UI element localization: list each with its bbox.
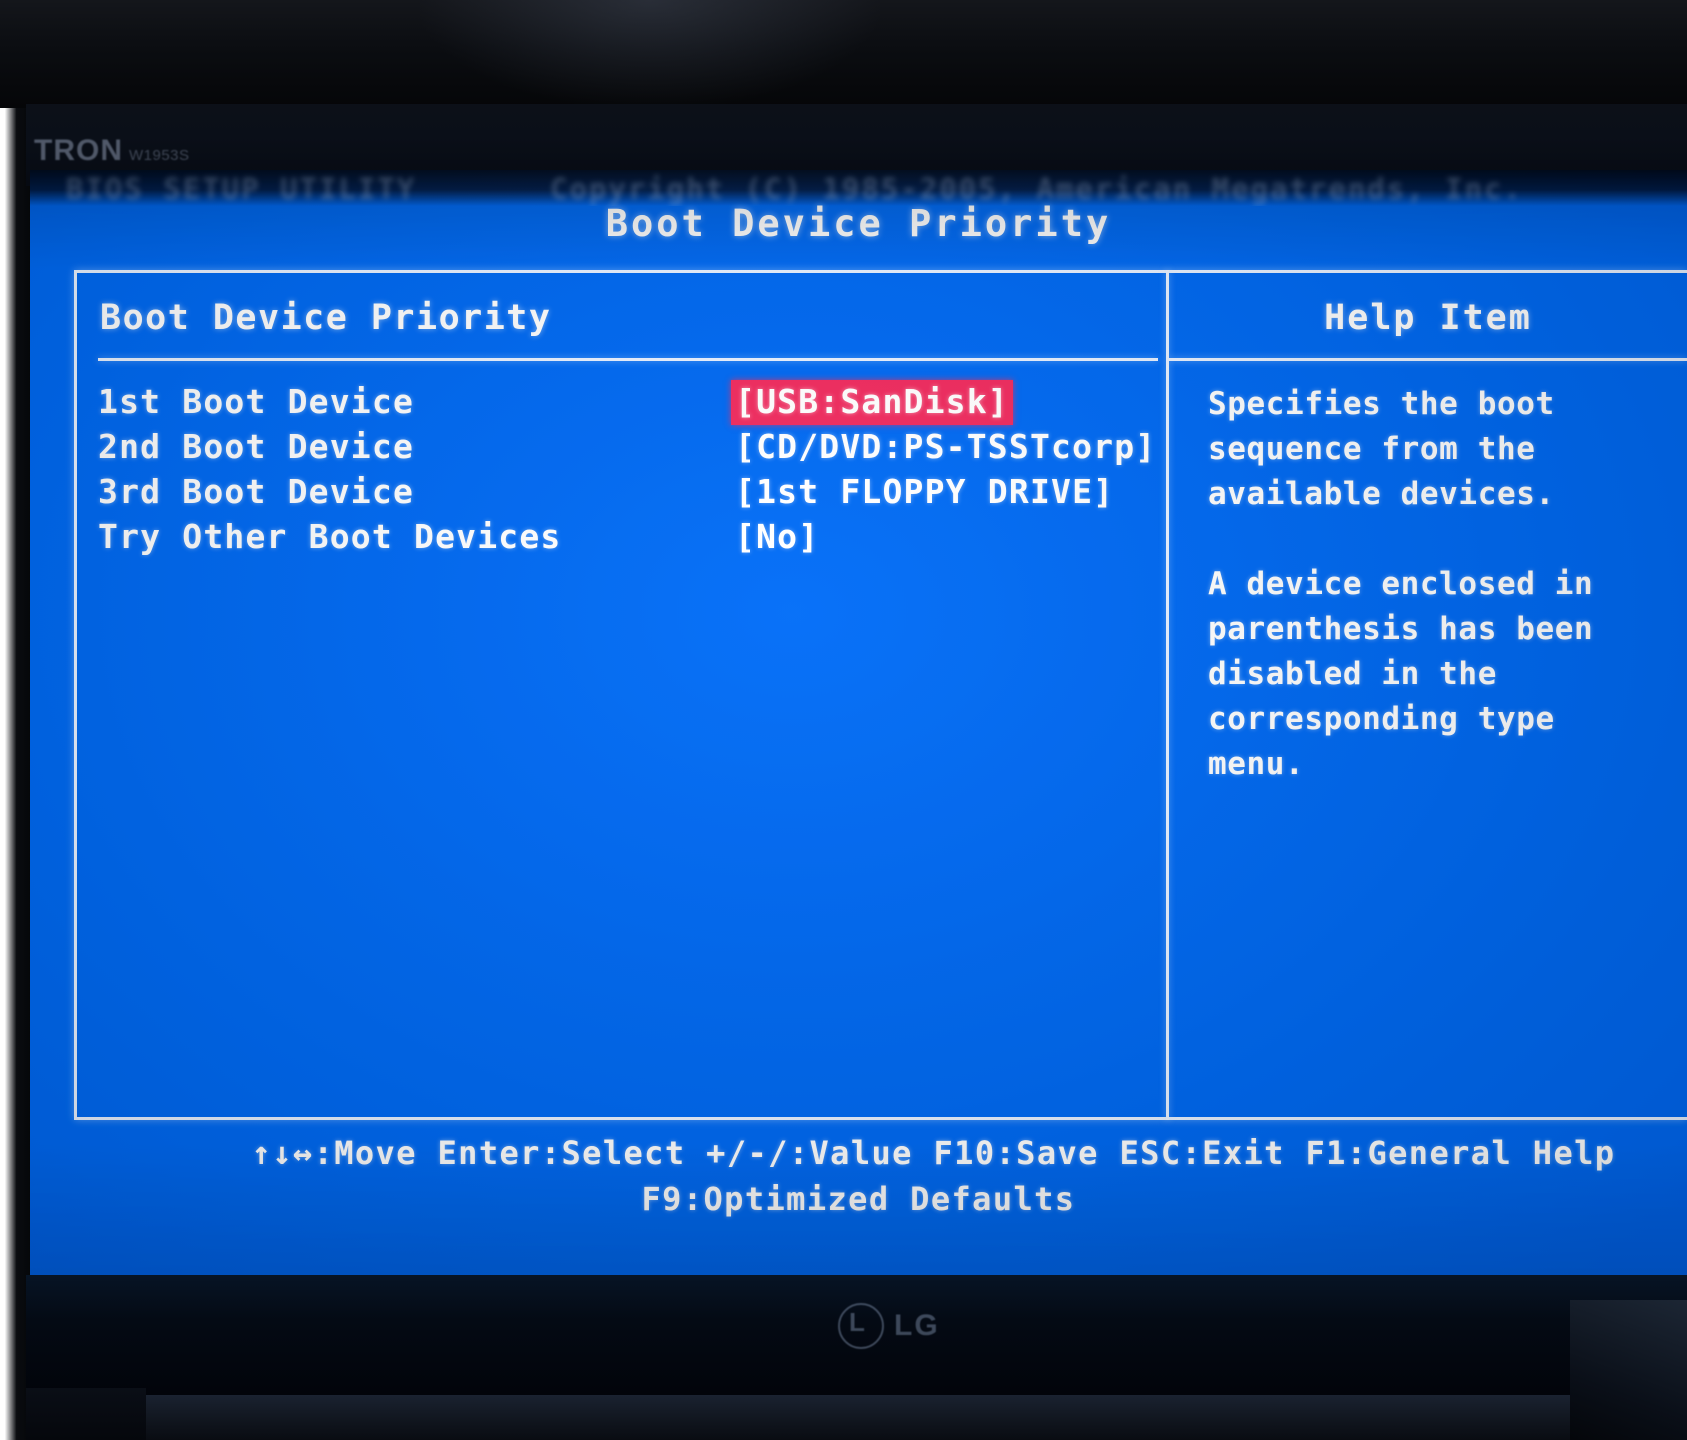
help-line: Specifies the boot bbox=[1208, 386, 1555, 422]
setting-value[interactable]: [No] bbox=[735, 517, 819, 556]
boot-device-list: 1st Boot Device [USB:SanDisk] 2nd Boot D… bbox=[98, 380, 1158, 562]
setting-row-try-other-boot-devices[interactable]: Try Other Boot Devices [No] bbox=[98, 517, 1158, 562]
setting-row-2nd-boot-device[interactable]: 2nd Boot Device [CD/DVD:PS-TSSTcorp] bbox=[98, 427, 1158, 472]
help-pane-title: Help Item bbox=[1324, 298, 1532, 338]
setting-row-3rd-boot-device[interactable]: 3rd Boot Device [1st FLOPPY DRIVE] bbox=[98, 472, 1158, 517]
help-line-spacer bbox=[1208, 517, 1687, 562]
key-hint-line-1: ↑↓↔:Move Enter:Select +/-/:Value F10:Sav… bbox=[251, 1134, 1616, 1172]
pane-divider bbox=[1166, 270, 1169, 1120]
photo-of-monitor: TRON W1953S BIOS SETUP UTILITY Copyright … bbox=[0, 0, 1687, 1440]
monitor-model-text: W1953S bbox=[129, 147, 190, 164]
monitor-brand-text: TRON bbox=[34, 134, 123, 167]
monitor-bottom-bezel: LG bbox=[26, 1275, 1687, 1395]
help-line: parenthesis has been bbox=[1208, 611, 1594, 647]
bios-screen: BIOS SETUP UTILITY Copyright (C) 1985-20… bbox=[30, 170, 1687, 1275]
key-hint-bar: ↑↓↔:Move Enter:Select +/-/:Value F10:Sav… bbox=[30, 1130, 1687, 1222]
setting-row-1st-boot-device[interactable]: 1st Boot Device [USB:SanDisk] bbox=[98, 380, 1158, 427]
setting-value[interactable]: [CD/DVD:PS-TSSTcorp] bbox=[735, 427, 1156, 466]
bios-title-bar: BIOS SETUP UTILITY Copyright (C) 1985-20… bbox=[30, 170, 1687, 206]
key-hint-line-2: F9:Optimized Defaults bbox=[641, 1180, 1076, 1218]
help-pane-body: Specifies the boot sequence from the ava… bbox=[1208, 382, 1687, 787]
monitor-stand-left-shadow bbox=[26, 1388, 146, 1440]
setting-label: 3rd Boot Device bbox=[98, 472, 415, 511]
monitor-brand-label: TRON W1953S bbox=[34, 134, 190, 168]
setting-value-selected[interactable]: [USB:SanDisk] bbox=[731, 380, 1013, 425]
setting-label: 1st Boot Device bbox=[98, 382, 415, 421]
help-line: menu. bbox=[1208, 746, 1305, 782]
setting-label: Try Other Boot Devices bbox=[98, 517, 562, 556]
monitor-stand-right-shadow bbox=[1570, 1300, 1687, 1440]
page-title: Boot Device Priority bbox=[605, 202, 1112, 245]
setting-label: 2nd Boot Device bbox=[98, 427, 415, 466]
monitor-stand-base bbox=[26, 1395, 1687, 1440]
bios-copyright-notice: Copyright (C) 1985-2005, American Megatr… bbox=[550, 172, 1523, 206]
help-line: corresponding type bbox=[1208, 701, 1555, 737]
help-pane-rule bbox=[1169, 358, 1687, 361]
background-wall bbox=[0, 0, 1687, 108]
settings-pane-title: Boot Device Priority bbox=[100, 298, 552, 338]
help-line: A device enclosed in bbox=[1208, 566, 1594, 602]
help-line: sequence from the bbox=[1208, 431, 1536, 467]
bios-utility-title: BIOS SETUP UTILITY bbox=[66, 172, 417, 206]
lg-wordmark: LG bbox=[894, 1309, 940, 1342]
setting-value[interactable]: [1st FLOPPY DRIVE] bbox=[735, 472, 1114, 511]
help-line: available devices. bbox=[1208, 476, 1555, 512]
settings-pane-rule bbox=[98, 358, 1158, 361]
help-line: disabled in the bbox=[1208, 656, 1497, 692]
background-left-edge bbox=[0, 108, 30, 1440]
lg-logo: LG bbox=[838, 1303, 940, 1349]
lg-circle-icon bbox=[838, 1303, 884, 1349]
